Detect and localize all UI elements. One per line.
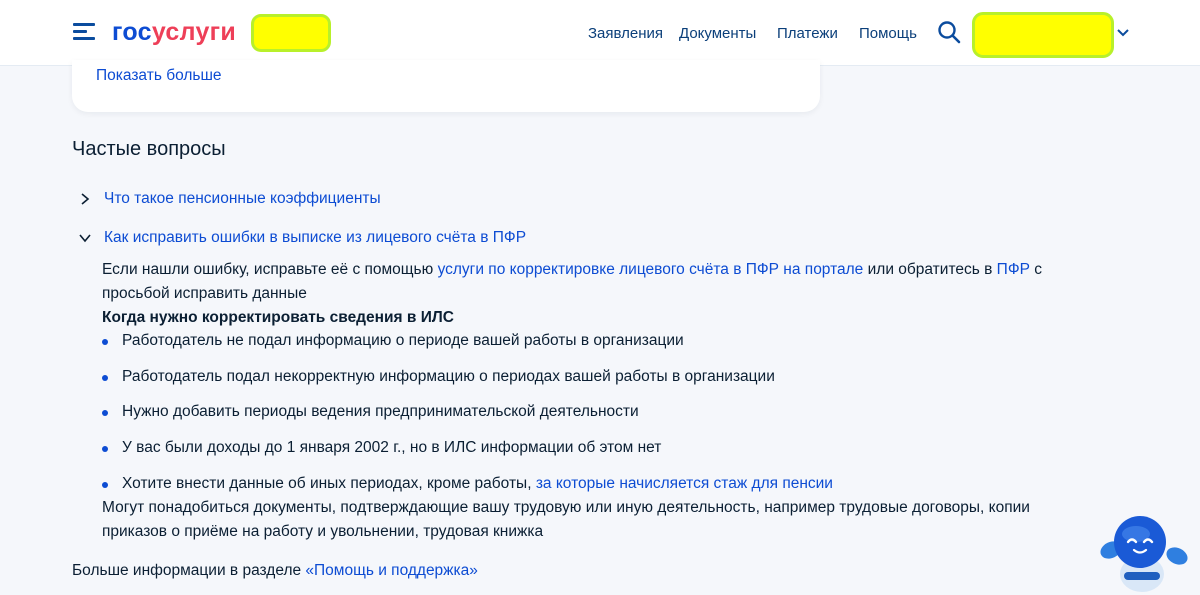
pfr-link[interactable]: ПФР [997, 261, 1030, 278]
list-item-text: Нужно добавить периоды ведения предприни… [122, 403, 639, 420]
robot-assistant-icon[interactable] [1098, 514, 1190, 592]
services-card: Показать больше [72, 60, 820, 112]
faq-question-label[interactable]: Что такое пенсионные коэффициенты [104, 188, 381, 210]
list-item-text-plain: Хотите внести данные об иных периодах, к… [122, 475, 536, 492]
nav-help[interactable]: Помощь [859, 25, 917, 42]
logo-part-gos: гос [112, 18, 152, 46]
answer-intro-text: Если нашли ошибку, исправьте её с помощь… [102, 261, 438, 278]
faq-title: Частые вопросы [72, 138, 226, 160]
more-info-text: Больше информации в разделе [72, 562, 306, 579]
more-info: Больше информации в разделе «Помощь и по… [72, 560, 478, 582]
nav-applications[interactable]: Заявления [588, 25, 663, 42]
profile-redacted-highlight[interactable] [972, 12, 1114, 58]
answer-intro: Если нашли ошибку, исправьте её с помощь… [102, 258, 1072, 306]
list-item-text: У вас были доходы до 1 января 2002 г., н… [122, 439, 662, 456]
burger-menu-icon[interactable] [73, 23, 95, 41]
nav-payments[interactable]: Платежи [777, 25, 838, 42]
bullet-dot-icon [102, 446, 108, 452]
faq-question-label[interactable]: Как исправить ошибки в выписке из лицево… [104, 227, 526, 249]
top-header: госуслуги Заявления Документы Платежи По… [0, 0, 1200, 66]
answer-intro-middle: или обратитесь в [863, 261, 997, 278]
bullet-dot-icon [102, 339, 108, 345]
bullet-dot-icon [102, 410, 108, 416]
bullet-dot-icon [102, 375, 108, 381]
redacted-highlight [251, 14, 331, 52]
bullet-dot-icon [102, 482, 108, 488]
help-support-link[interactable]: «Помощь и поддержка» [305, 562, 478, 579]
chevron-right-icon [81, 193, 90, 205]
list-item-text: Работодатель подал некорректную информац… [122, 368, 775, 385]
gosuslugi-logo[interactable]: госуслуги [112, 17, 236, 47]
seniority-link[interactable]: за которые начисляется стаж для пенсии [536, 475, 833, 492]
nav-documents[interactable]: Документы [679, 25, 756, 42]
chevron-down-icon [79, 234, 91, 243]
search-icon[interactable] [937, 20, 961, 44]
chevron-down-icon[interactable] [1117, 28, 1129, 38]
list-item-text: Хотите внести данные об иных периодах, к… [122, 473, 833, 495]
documents-note: Могут понадобиться документы, подтвержда… [102, 499, 1030, 540]
show-more-link[interactable]: Показать больше [96, 67, 222, 85]
logo-part-uslugi: услуги [151, 18, 237, 46]
correction-service-link[interactable]: услуги по корректировке лицевого счёта в… [438, 261, 864, 278]
list-item-text: Работодатель не подал информацию о перио… [122, 332, 684, 349]
answer-subheading: Когда нужно корректировать сведения в ИЛ… [102, 309, 454, 326]
